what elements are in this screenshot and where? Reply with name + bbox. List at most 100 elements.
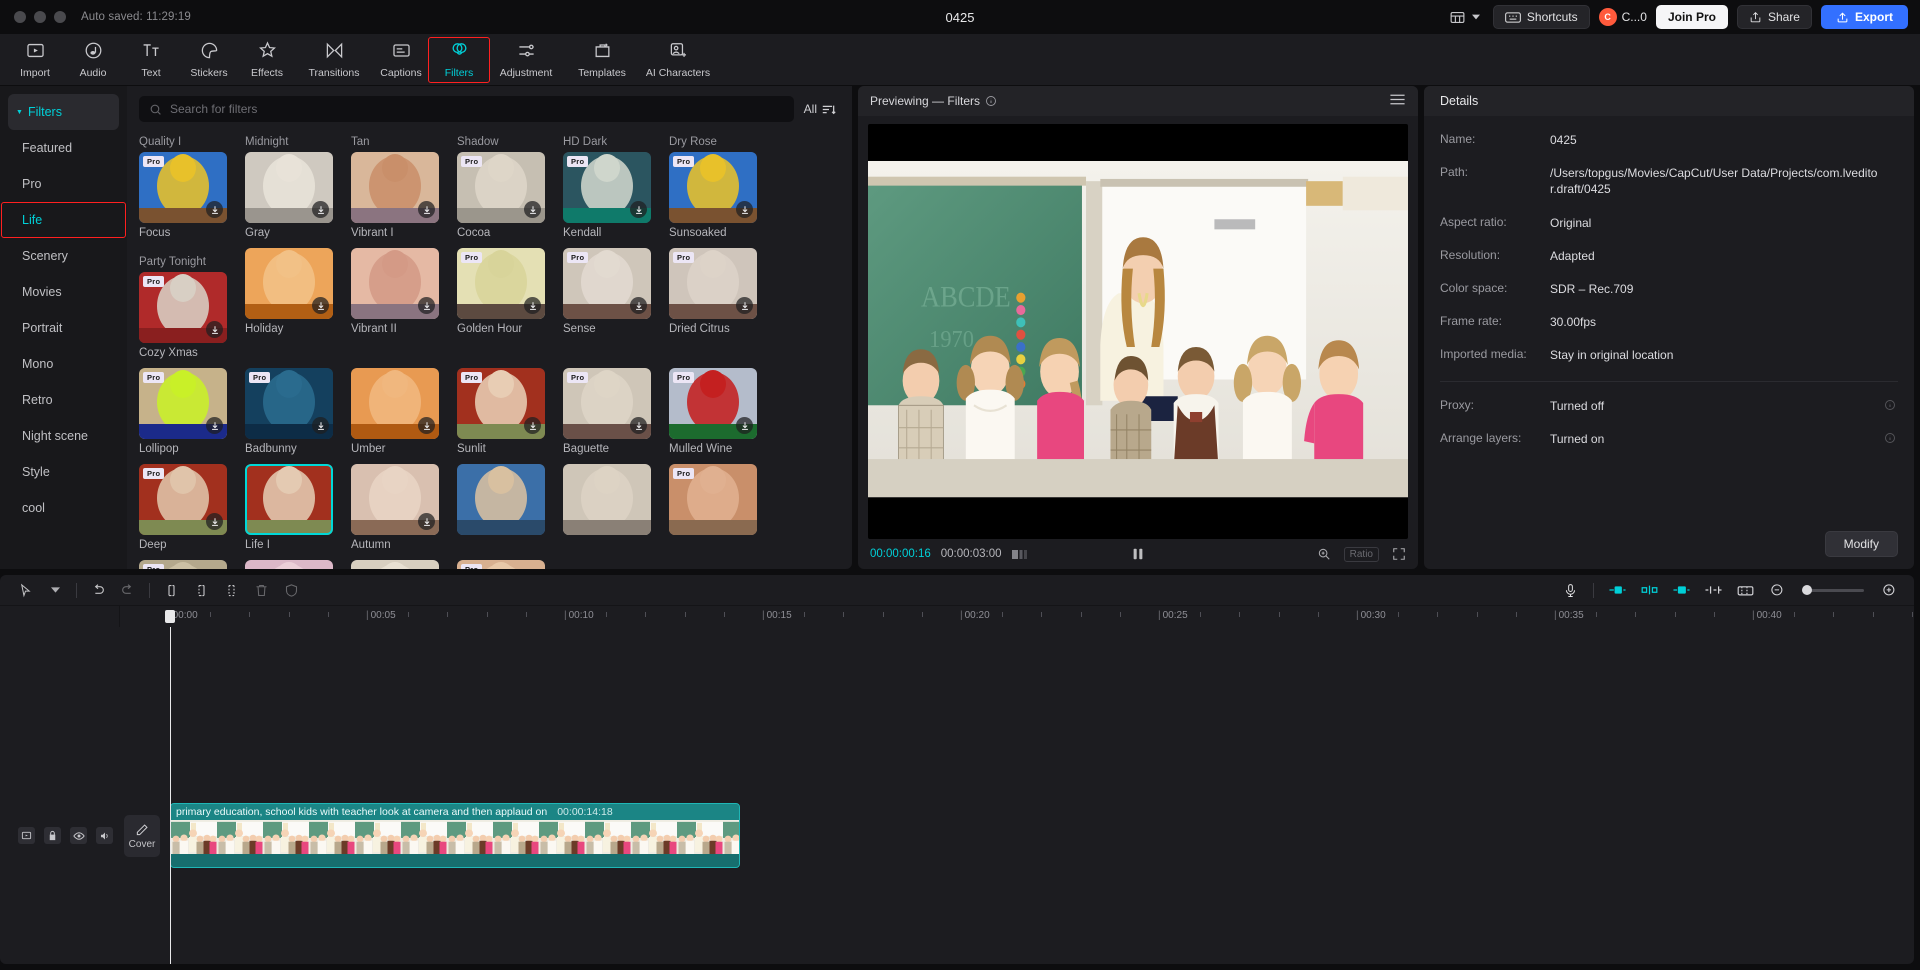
track-lock-button[interactable] bbox=[44, 827, 61, 844]
playhead[interactable] bbox=[170, 627, 171, 964]
filter-item-umber[interactable]: Umber bbox=[351, 368, 439, 455]
modify-button[interactable]: Modify bbox=[1824, 531, 1898, 557]
filter-all-dropdown[interactable]: All bbox=[804, 102, 840, 116]
toolbar-item-transitions[interactable]: Transitions bbox=[296, 36, 372, 84]
timeline-zoom-slider[interactable] bbox=[1802, 585, 1864, 595]
track-clip-toggle-button[interactable] bbox=[18, 827, 35, 844]
playhead-handle[interactable] bbox=[165, 610, 175, 623]
filter-item[interactable] bbox=[351, 560, 439, 569]
toolbar-item-effects[interactable]: Effects bbox=[238, 36, 296, 84]
filter-category-retro[interactable]: Retro bbox=[8, 382, 119, 418]
zoom-fit-button[interactable] bbox=[1317, 547, 1331, 561]
download-icon[interactable] bbox=[206, 321, 223, 338]
close-window-button[interactable] bbox=[14, 11, 26, 23]
filter-item-deep[interactable]: Pro Deep bbox=[139, 464, 227, 551]
pause-button[interactable] bbox=[1131, 547, 1145, 561]
filter-item-kendall[interactable]: Pro Kendall bbox=[563, 152, 651, 239]
download-icon[interactable] bbox=[524, 201, 541, 218]
filter-item[interactable] bbox=[563, 464, 651, 539]
video-clip[interactable]: primary education, school kids with teac… bbox=[170, 803, 740, 868]
filter-item-cozy-xmas[interactable]: Pro Cozy Xmas bbox=[139, 272, 227, 359]
speed-button[interactable] bbox=[1698, 579, 1728, 601]
cursor-dropdown-button[interactable] bbox=[40, 578, 70, 602]
download-icon[interactable] bbox=[524, 297, 541, 314]
toolbar-item-captions[interactable]: Captions bbox=[372, 36, 430, 84]
filter-item-vibrant-i[interactable]: Vibrant I bbox=[351, 152, 439, 239]
filter-item-lollipop[interactable]: Pro Lollipop bbox=[139, 368, 227, 455]
filter-item-badbunny[interactable]: Pro Badbunny bbox=[245, 368, 333, 455]
filter-category-style[interactable]: Style bbox=[8, 454, 119, 490]
freeze-frame-button[interactable] bbox=[1730, 579, 1760, 601]
minimize-window-button[interactable] bbox=[34, 11, 46, 23]
filter-item-gray[interactable]: Gray bbox=[245, 152, 333, 239]
download-icon[interactable] bbox=[630, 417, 647, 434]
layout-switcher-button[interactable] bbox=[1445, 5, 1484, 29]
record-voiceover-button[interactable] bbox=[1555, 579, 1585, 601]
filter-item-dried-citrus[interactable]: Pro Dried Citrus bbox=[669, 248, 757, 335]
download-icon[interactable] bbox=[312, 417, 329, 434]
filter-item-cocoa[interactable]: Pro Cocoa bbox=[457, 152, 545, 239]
export-button[interactable]: Export bbox=[1820, 5, 1908, 29]
filter-item-sense[interactable]: Pro Sense bbox=[563, 248, 651, 335]
preview-stage[interactable]: ABCDE 1970 bbox=[858, 116, 1418, 539]
download-icon[interactable] bbox=[418, 201, 435, 218]
download-icon[interactable] bbox=[206, 513, 223, 530]
undo-button[interactable] bbox=[83, 578, 113, 602]
toolbar-item-adjustment[interactable]: Adjustment bbox=[488, 36, 564, 84]
filter-category-cool[interactable]: cool bbox=[8, 490, 119, 526]
filter-item[interactable]: Pro bbox=[457, 560, 545, 569]
download-icon[interactable] bbox=[630, 297, 647, 314]
track-eye-button[interactable] bbox=[70, 827, 87, 844]
filter-category-pro[interactable]: Pro bbox=[8, 166, 119, 202]
filter-category-mono[interactable]: Mono bbox=[8, 346, 119, 382]
filter-category-portrait[interactable]: Portrait bbox=[8, 310, 119, 346]
cover-button[interactable]: Cover bbox=[124, 815, 160, 857]
info-icon[interactable] bbox=[985, 95, 997, 107]
download-icon[interactable] bbox=[736, 297, 753, 314]
filter-item-sunlit[interactable]: Pro Sunlit bbox=[457, 368, 545, 455]
preview-menu-button[interactable] bbox=[1389, 93, 1406, 109]
track-volume-button[interactable] bbox=[96, 827, 113, 844]
info-icon[interactable] bbox=[1884, 399, 1896, 414]
join-pro-button[interactable]: Join Pro bbox=[1655, 5, 1728, 29]
filter-item-golden-hour[interactable]: Pro Golden Hour bbox=[457, 248, 545, 335]
delete-button[interactable] bbox=[246, 578, 276, 602]
fullscreen-button[interactable] bbox=[1392, 547, 1406, 561]
download-icon[interactable] bbox=[206, 417, 223, 434]
search-input[interactable] bbox=[170, 102, 784, 116]
keyframe-button[interactable] bbox=[1602, 579, 1632, 601]
toolbar-item-templates[interactable]: Templates bbox=[564, 36, 640, 84]
filter-item-autumn[interactable]: Autumn bbox=[351, 464, 439, 551]
download-icon[interactable] bbox=[312, 201, 329, 218]
stabilize-button[interactable] bbox=[276, 578, 306, 602]
split-button[interactable] bbox=[156, 578, 186, 602]
window-controls[interactable]: Auto saved: 11:29:19 bbox=[0, 11, 191, 23]
share-button[interactable]: Share bbox=[1736, 5, 1812, 29]
trim-left-button[interactable] bbox=[186, 578, 216, 602]
search-filters-box[interactable] bbox=[139, 96, 794, 122]
download-icon[interactable] bbox=[312, 297, 329, 314]
filter-category-filters[interactable]: ▼ Filters bbox=[8, 94, 119, 130]
filter-item[interactable]: Pro bbox=[669, 464, 757, 539]
toolbar-item-filters[interactable]: Filters bbox=[428, 36, 490, 84]
filter-category-featured[interactable]: Featured bbox=[8, 130, 119, 166]
timeline-canvas[interactable]: Cover primary education, school kids wit… bbox=[0, 627, 1914, 964]
toolbar-item-import[interactable]: Import bbox=[6, 36, 64, 84]
zoom-out-button[interactable] bbox=[1762, 579, 1792, 601]
filter-category-life[interactable]: Life bbox=[1, 202, 126, 238]
filter-item[interactable]: Pro bbox=[139, 560, 227, 569]
crop-button[interactable] bbox=[1666, 579, 1696, 601]
redo-button[interactable] bbox=[113, 578, 143, 602]
toolbar-item-stickers[interactable]: Stickers bbox=[180, 36, 238, 84]
filter-item-mulled-wine[interactable]: Pro Mulled Wine bbox=[669, 368, 757, 455]
filter-grid-scroll[interactable]: Quality I Pro Focus Midnight Gray Tan Vibrant … bbox=[127, 128, 852, 569]
toolbar-item-text[interactable]: Text bbox=[122, 36, 180, 84]
maximize-window-button[interactable] bbox=[54, 11, 66, 23]
filter-category-movies[interactable]: Movies bbox=[8, 274, 119, 310]
download-icon[interactable] bbox=[206, 201, 223, 218]
select-cursor-button[interactable] bbox=[10, 578, 40, 602]
info-icon[interactable] bbox=[1884, 432, 1896, 447]
timeline-ruler[interactable]: 00:0000:0500:1000:1500:2000:2500:3000:35… bbox=[0, 605, 1914, 627]
download-icon[interactable] bbox=[418, 417, 435, 434]
download-icon[interactable] bbox=[418, 513, 435, 530]
